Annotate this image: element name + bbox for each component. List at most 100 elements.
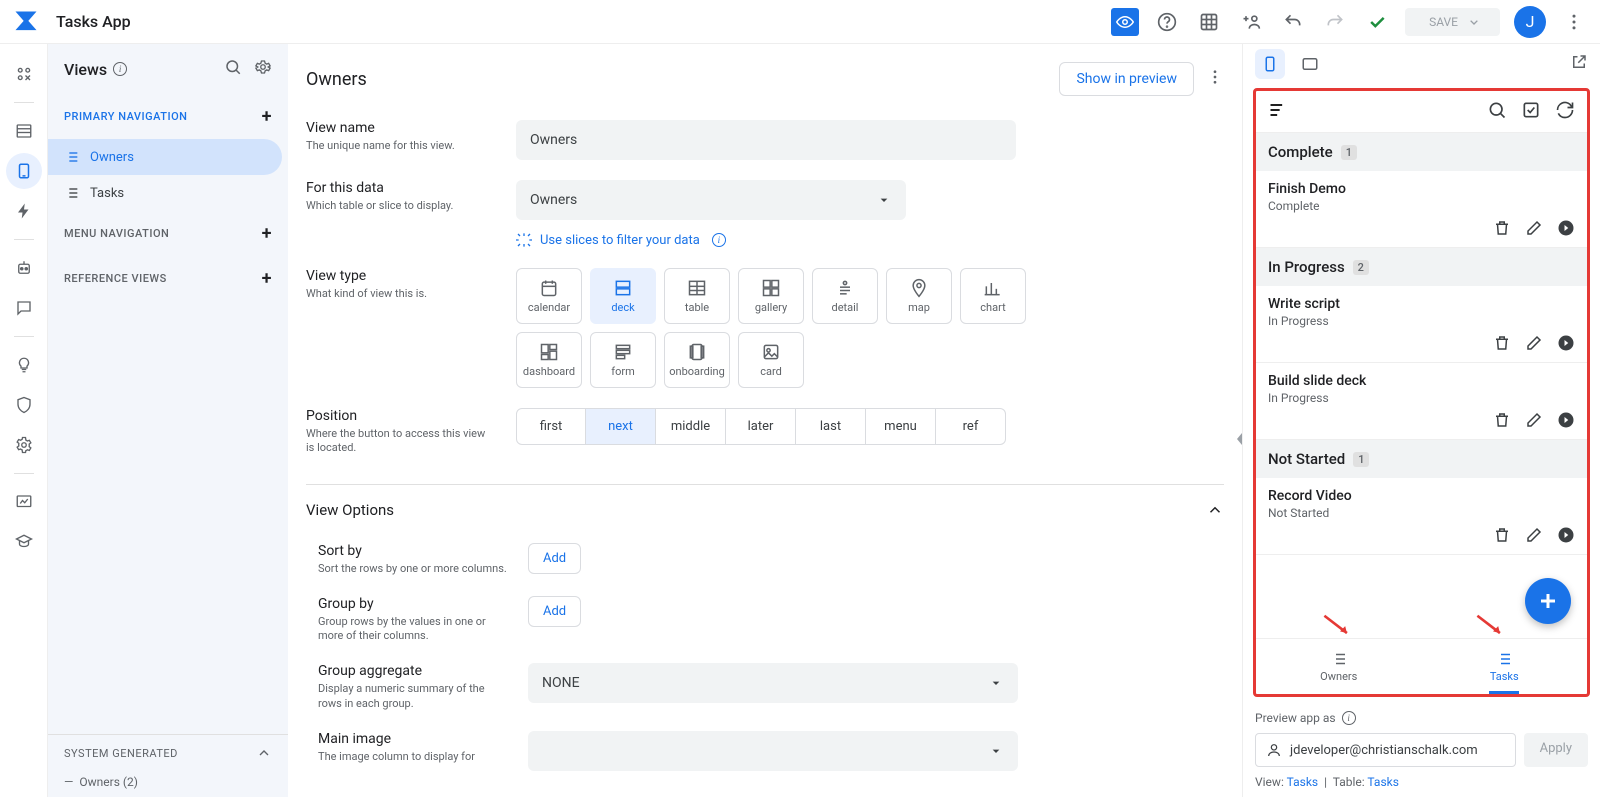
main-image-select[interactable] — [528, 731, 1018, 771]
phone-preview-button[interactable] — [1255, 49, 1285, 79]
viewtype-deck[interactable]: deck — [590, 268, 656, 324]
edit-icon[interactable] — [1525, 219, 1543, 241]
add-sort-button[interactable]: Add — [528, 543, 581, 574]
delete-icon[interactable] — [1493, 219, 1511, 241]
apply-button[interactable]: Apply — [1524, 733, 1588, 767]
section-primary-nav[interactable]: PRIMARY NAVIGATION + — [48, 94, 288, 139]
preview-icon[interactable] — [1111, 8, 1139, 36]
viewtype-map[interactable]: map — [886, 268, 952, 324]
delete-icon[interactable] — [1493, 334, 1511, 356]
show-in-preview-button[interactable]: Show in preview — [1059, 62, 1194, 96]
view-item-owners[interactable]: Owners — [48, 139, 282, 175]
viewtype-calendar[interactable]: calendar — [516, 268, 582, 324]
rail-automation-icon[interactable] — [6, 250, 42, 286]
gear-icon[interactable] — [254, 58, 272, 80]
viewtype-onboarding[interactable]: onboarding — [664, 332, 730, 388]
rail-settings-icon[interactable] — [6, 427, 42, 463]
position-last[interactable]: last — [796, 408, 866, 445]
system-sub-item[interactable]: —Owners (2) — [48, 771, 288, 797]
search-icon[interactable] — [1487, 100, 1507, 124]
rail-data-icon[interactable] — [6, 113, 42, 149]
search-icon[interactable] — [224, 58, 242, 80]
add-icon[interactable]: + — [262, 223, 272, 244]
viewtype-chart[interactable]: chart — [960, 268, 1026, 324]
position-later[interactable]: later — [726, 408, 796, 445]
add-group-button[interactable]: Add — [528, 596, 581, 627]
open-external-icon[interactable] — [1570, 53, 1588, 75]
bottom-nav-owners[interactable]: Owners — [1256, 639, 1422, 694]
position-menu[interactable]: menu — [866, 408, 936, 445]
fab-add-button[interactable] — [1525, 578, 1571, 624]
group-aggregate-select[interactable]: NONE — [528, 663, 1018, 703]
section-reference-views[interactable]: REFERENCE VIEWS + — [48, 256, 288, 301]
footer-view-link[interactable]: Tasks — [1287, 775, 1319, 789]
checkbox-icon[interactable] — [1521, 100, 1541, 124]
views-header: Views i — [48, 44, 288, 94]
viewtype-card[interactable]: card — [738, 332, 804, 388]
more-vert-icon[interactable] — [1206, 68, 1224, 90]
rail-security-icon[interactable] — [6, 387, 42, 423]
expand-handle-icon[interactable] — [1236, 421, 1244, 457]
view-item-tasks[interactable]: Tasks — [48, 175, 288, 211]
position-next[interactable]: next — [586, 408, 656, 445]
viewtype-table[interactable]: table — [664, 268, 730, 324]
view-options-header[interactable]: View Options — [306, 491, 1224, 533]
arrow-right-icon[interactable] — [1557, 219, 1575, 241]
redo-icon[interactable] — [1321, 8, 1349, 36]
avatar[interactable]: J — [1514, 6, 1546, 38]
position-ref[interactable]: ref — [936, 408, 1006, 445]
save-button[interactable]: SAVE — [1405, 8, 1500, 36]
more-vert-icon[interactable] — [1560, 8, 1588, 36]
arrow-right-icon[interactable] — [1557, 526, 1575, 548]
top-header-actions: SAVE J — [1111, 6, 1588, 38]
info-icon[interactable]: i — [1342, 711, 1356, 725]
delete-icon[interactable] — [1493, 411, 1511, 433]
section-system-generated[interactable]: SYSTEM GENERATED — [48, 734, 288, 771]
view-name-input[interactable] — [516, 120, 1016, 160]
task-item[interactable]: Write scriptIn Progress — [1256, 286, 1587, 363]
delete-icon[interactable] — [1493, 526, 1511, 548]
rail-chat-icon[interactable] — [6, 290, 42, 326]
edit-icon[interactable] — [1525, 526, 1543, 548]
arrow-right-icon[interactable] — [1557, 411, 1575, 433]
views-panel: Views i PRIMARY NAVIGATION + Owners Task… — [48, 44, 288, 797]
rail-intelligence-icon[interactable] — [6, 347, 42, 383]
add-user-icon[interactable] — [1237, 8, 1265, 36]
hamburger-icon[interactable] — [1268, 100, 1288, 124]
viewtype-form[interactable]: form — [590, 332, 656, 388]
info-icon[interactable]: i — [712, 233, 726, 247]
help-icon[interactable] — [1153, 8, 1181, 36]
grid-icon[interactable] — [1195, 8, 1223, 36]
info-icon[interactable]: i — [113, 62, 127, 76]
undo-icon[interactable] — [1279, 8, 1307, 36]
rail-views-icon[interactable] — [6, 153, 42, 189]
edit-icon[interactable] — [1525, 411, 1543, 433]
rail-home-icon[interactable] — [6, 56, 42, 92]
arrow-right-icon[interactable] — [1557, 334, 1575, 356]
preview-email-input[interactable]: jdeveloper@christianschalk.com — [1255, 733, 1516, 767]
section-menu-nav[interactable]: MENU NAVIGATION + — [48, 211, 288, 256]
task-item[interactable]: Record VideoNot Started — [1256, 478, 1587, 555]
position-first[interactable]: first — [516, 408, 586, 445]
task-item[interactable]: Finish DemoComplete — [1256, 171, 1587, 248]
viewtype-detail[interactable]: detail — [812, 268, 878, 324]
position-middle[interactable]: middle — [656, 408, 726, 445]
add-icon[interactable]: + — [262, 106, 272, 127]
phone-bottom-nav: Owners Tasks — [1256, 638, 1587, 694]
add-icon[interactable]: + — [262, 268, 272, 289]
task-item[interactable]: Build slide deckIn Progress — [1256, 363, 1587, 440]
footer-table-link[interactable]: Tasks — [1367, 775, 1399, 789]
slices-hint[interactable]: Use slices to filter your data i — [516, 232, 1224, 248]
viewtype-dashboard[interactable]: dashboard — [516, 332, 582, 388]
rail-learn-icon[interactable] — [6, 524, 42, 560]
rail-actions-icon[interactable] — [6, 193, 42, 229]
tablet-preview-button[interactable] — [1295, 49, 1325, 79]
check-icon[interactable] — [1363, 8, 1391, 36]
for-data-select[interactable]: Owners — [516, 180, 906, 220]
bottom-nav-tasks[interactable]: Tasks — [1422, 639, 1588, 694]
field-group-by: Group byGroup rows by the values in one … — [318, 586, 1224, 654]
refresh-icon[interactable] — [1555, 100, 1575, 124]
edit-icon[interactable] — [1525, 334, 1543, 356]
rail-manage-icon[interactable] — [6, 484, 42, 520]
viewtype-gallery[interactable]: gallery — [738, 268, 804, 324]
